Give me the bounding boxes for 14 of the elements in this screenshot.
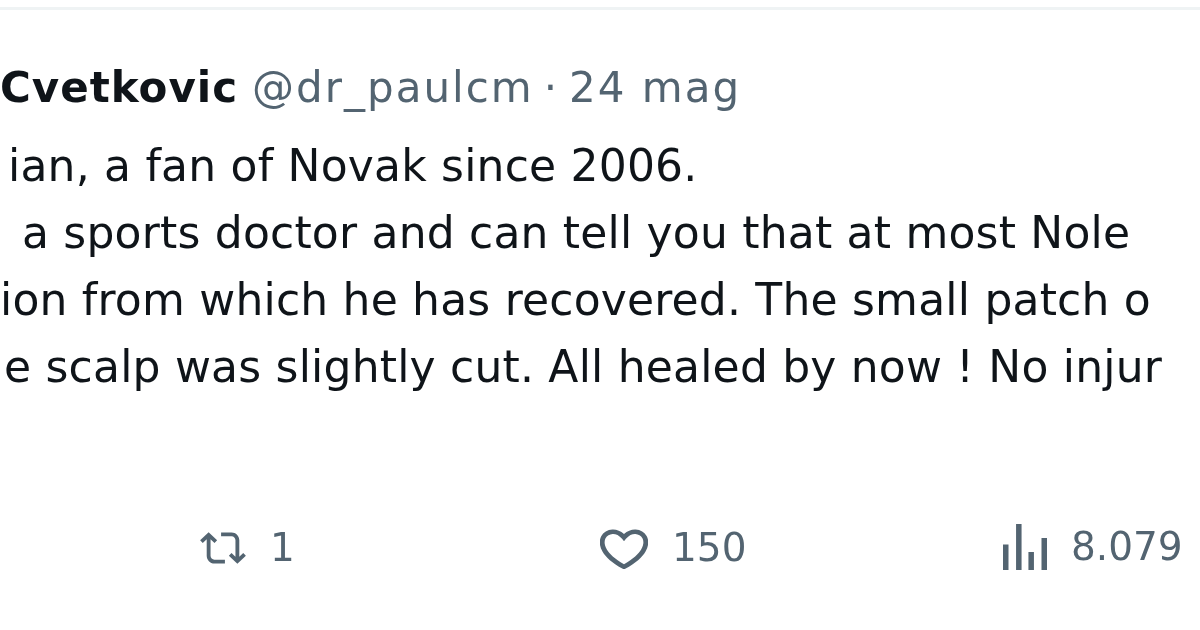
tweet-text-line: a sports doctor and can tell you that at most Nole [22, 206, 1131, 260]
heart-icon [600, 527, 648, 569]
bar-chart-icon [1003, 524, 1047, 570]
author-handle[interactable]: @dr_paulcm [252, 58, 534, 118]
retweet-button[interactable]: 1 [200, 523, 295, 573]
tweet-text-line: e scalp was slightly cut. All healed by now ! No injur [4, 340, 1163, 394]
post-date[interactable]: 24 mag [569, 58, 742, 118]
tweet-text-line: ian, a fan of Novak since 2006. [8, 139, 698, 193]
views-button[interactable]: 8.079 [1003, 522, 1183, 572]
author-name[interactable]: Cvetkovic [0, 58, 239, 118]
tweet-text-line: ion from which he has recovered. The small patch o [0, 273, 1151, 327]
retweet-arrows-icon [200, 532, 246, 564]
separator-dot: · [543, 62, 558, 114]
like-button[interactable]: 150 [600, 523, 747, 573]
